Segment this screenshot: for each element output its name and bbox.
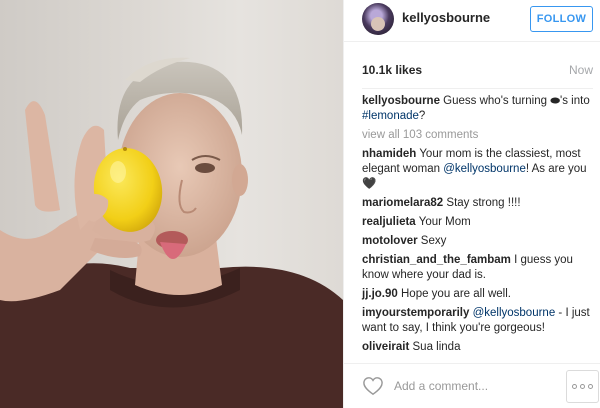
- comment-mention[interactable]: @kellyosbourne: [443, 163, 526, 175]
- comment-user[interactable]: realjulieta: [362, 216, 416, 228]
- comment-user[interactable]: nhamideh: [362, 148, 416, 160]
- dot-icon: [572, 384, 577, 389]
- caption: kellyosbourne Guess who's turning ⬬'s in…: [362, 94, 595, 124]
- post-sidebar: kellyosbourne FOLLOW 10.1k likes Now kel…: [343, 0, 600, 408]
- caption-user[interactable]: kellyosbourne: [362, 95, 440, 107]
- comment-text: Stay strong !!!!: [446, 197, 521, 209]
- comment: imyourstemporarily @kellyosbourne - I ju…: [362, 306, 595, 336]
- comment-user[interactable]: christian_and_the_fambam: [362, 254, 511, 266]
- comment-user[interactable]: motolover: [362, 235, 418, 247]
- dot-icon: [588, 384, 593, 389]
- caption-hashtag[interactable]: #lemonade: [362, 110, 419, 122]
- likes-row: 10.1k likes Now: [362, 63, 593, 81]
- avatar[interactable]: [362, 3, 394, 35]
- follow-button[interactable]: FOLLOW: [530, 6, 593, 32]
- comment-user[interactable]: oliveirait: [362, 341, 409, 353]
- caption-text-after: ?: [418, 110, 426, 122]
- post-photo[interactable]: [0, 0, 343, 408]
- more-options-button[interactable]: [566, 370, 599, 403]
- caption-text-mid: 's into: [560, 95, 590, 107]
- comment-text: Sua linda: [412, 341, 461, 353]
- comment: oliveirait Sua linda: [362, 340, 595, 355]
- post-header: kellyosbourne FOLLOW: [344, 0, 600, 42]
- selfie-illustration: [0, 57, 343, 408]
- add-comment-input[interactable]: [394, 376, 534, 396]
- caption-emoji: ⬬: [550, 95, 561, 107]
- comment-text: Hope you are all well.: [401, 288, 511, 300]
- view-all-comments-link[interactable]: view all 103 comments: [362, 128, 595, 143]
- comment: nhamideh Your mom is the classiest, most…: [362, 147, 595, 192]
- heart-icon[interactable]: [362, 376, 384, 396]
- comment: motolover Sexy: [362, 234, 595, 249]
- comment: christian_and_the_fambam I guess you kno…: [362, 253, 595, 283]
- dot-icon: [580, 384, 585, 389]
- username[interactable]: kellyosbourne: [402, 10, 490, 25]
- comments-list: kellyosbourne Guess who's turning ⬬'s in…: [362, 94, 595, 359]
- divider: [362, 88, 593, 89]
- comment-user[interactable]: imyourstemporarily: [362, 307, 469, 319]
- comment: mariomelara82 Stay strong !!!!: [362, 196, 595, 211]
- comment: jj.jo.90 Hope you are all well.: [362, 287, 595, 302]
- post-time[interactable]: Now: [569, 63, 593, 77]
- comment-user[interactable]: mariomelara82: [362, 197, 443, 209]
- comment-text: Your Mom: [418, 216, 471, 228]
- instagram-post: kellyosbourne FOLLOW 10.1k likes Now kel…: [0, 0, 600, 408]
- comment-text: Sexy: [420, 235, 447, 247]
- caption-text-before: Guess who's turning: [443, 95, 551, 107]
- post-footer: [344, 363, 600, 408]
- comment: realjulieta Your Mom: [362, 215, 595, 230]
- comment-mention[interactable]: @kellyosbourne: [473, 307, 556, 319]
- likes-count[interactable]: 10.1k likes: [362, 63, 422, 77]
- comment-user[interactable]: jj.jo.90: [362, 288, 398, 300]
